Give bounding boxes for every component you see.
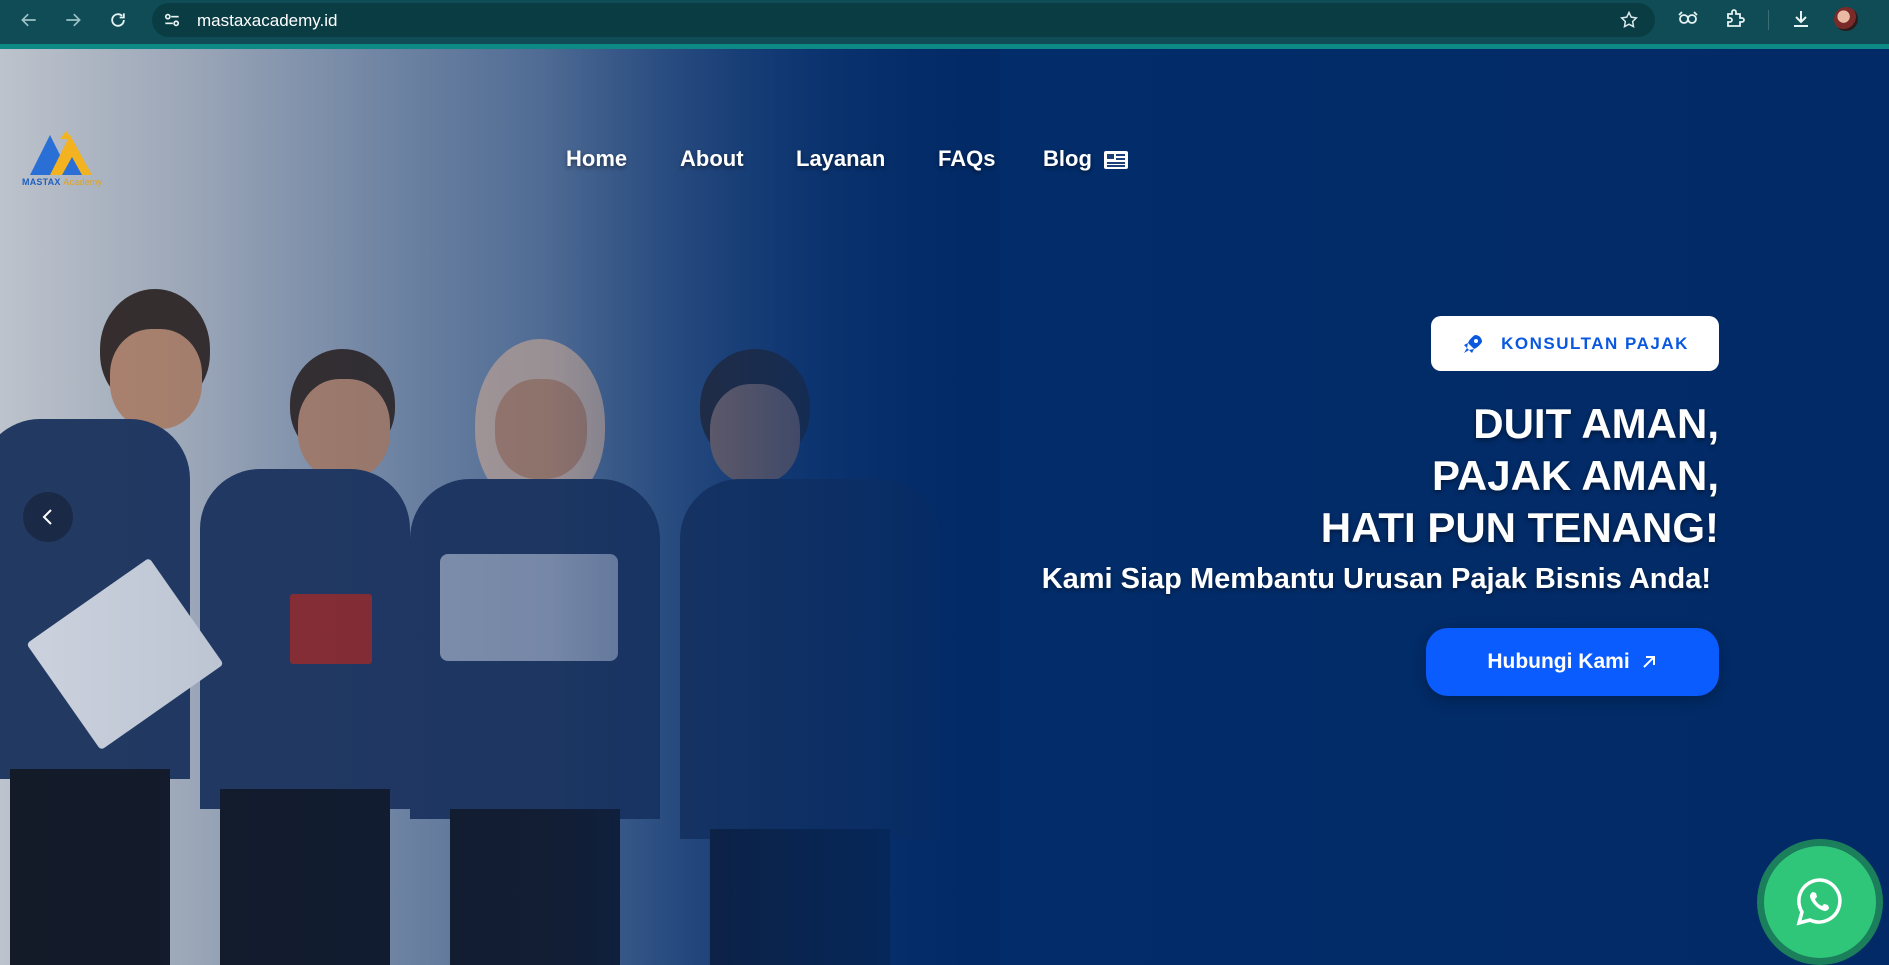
- download-icon[interactable]: [1789, 7, 1813, 31]
- back-icon[interactable]: [17, 8, 41, 32]
- whatsapp-icon: [1796, 878, 1842, 926]
- badge-label: KONSULTAN PAJAK: [1501, 333, 1689, 353]
- whatsapp-button-inner: [1764, 846, 1876, 958]
- nav-about[interactable]: About: [680, 146, 744, 172]
- extension-eye-icon[interactable]: [1676, 7, 1700, 31]
- logo-mark-icon: [30, 131, 92, 175]
- puzzle-icon[interactable]: [1723, 7, 1747, 31]
- carousel-prev-button[interactable]: [23, 492, 73, 542]
- logo-text: MASTAX Academy: [22, 177, 103, 187]
- address-bar[interactable]: mastaxacademy.id: [152, 3, 1655, 37]
- headline-line-3: HATI PUN TENANG!: [1320, 504, 1719, 551]
- site-info-icon[interactable]: [162, 10, 182, 30]
- cta-label: Hubungi Kami: [1487, 650, 1630, 673]
- chevron-left-icon: [42, 509, 52, 525]
- hubungi-kami-button[interactable]: Hubungi Kami: [1426, 628, 1719, 696]
- nav-blog[interactable]: Blog: [1043, 146, 1092, 172]
- hero-section: MASTAX Academy Home About Layanan FAQs B…: [0, 49, 1889, 965]
- whatsapp-button[interactable]: [1757, 839, 1883, 965]
- forward-icon[interactable]: [61, 8, 85, 32]
- toolbar-divider: [1768, 10, 1769, 30]
- site-logo[interactable]: MASTAX Academy: [20, 131, 112, 189]
- photo-overlay: [0, 49, 1000, 965]
- reload-icon[interactable]: [106, 8, 130, 32]
- headline-line-2: PAJAK AMAN,: [1431, 452, 1719, 499]
- profile-avatar[interactable]: [1834, 7, 1858, 31]
- arrow-up-right-icon: [1640, 653, 1658, 671]
- hero-subheadline: Kami Siap Membantu Urusan Pajak Bisnis A…: [1041, 563, 1711, 595]
- browser-toolbar: mastaxacademy.id: [0, 0, 1889, 49]
- newspaper-icon[interactable]: [1103, 150, 1129, 170]
- konsultan-pajak-badge: KONSULTAN PAJAK: [1431, 316, 1719, 371]
- rocket-icon: [1461, 332, 1485, 356]
- star-icon[interactable]: [1619, 10, 1639, 30]
- hero-headline: DUIT AMAN, PAJAK AMAN, HATI PUN TENANG!: [1321, 398, 1719, 554]
- nav-home[interactable]: Home: [566, 146, 627, 172]
- headline-line-1: DUIT AMAN,: [1473, 400, 1719, 447]
- nav-faqs[interactable]: FAQs: [938, 146, 995, 172]
- nav-layanan[interactable]: Layanan: [796, 146, 885, 172]
- url-text[interactable]: mastaxacademy.id: [197, 11, 337, 31]
